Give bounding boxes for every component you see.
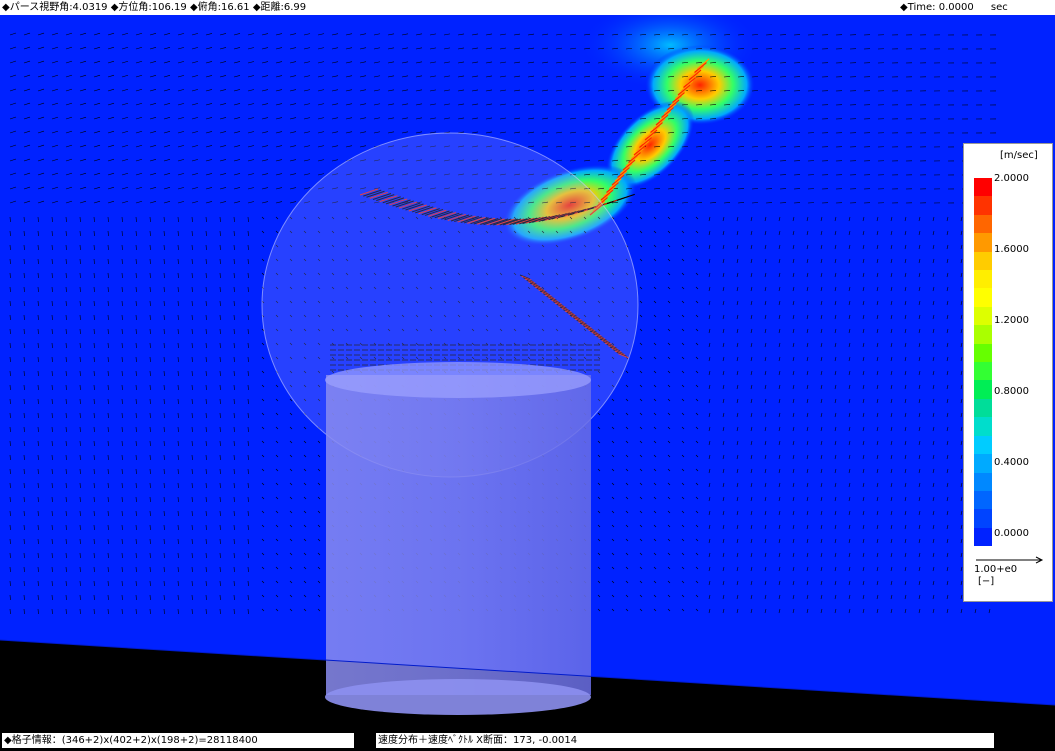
time-unit: sec (990, 2, 1008, 13)
camera-info: ◆パース視野角:4.0319 ◆方位角:106.19 ◆俯角:16.61 ◆距離… (2, 2, 307, 13)
legend-colorbar (974, 178, 992, 547)
legend-color-band (974, 398, 992, 418)
legend-color-band (974, 270, 992, 289)
legend-color-band (974, 417, 992, 436)
legend-color-band (974, 325, 992, 344)
legend-color-band (974, 527, 992, 547)
legend-color-band (974, 251, 992, 271)
legend-color-band (974, 380, 992, 399)
legend-tick: 0.0000 (994, 528, 1029, 539)
legend-tick: 2.0000 (994, 173, 1029, 184)
vector-scale-arrow-icon (976, 556, 1044, 564)
legend-color-band (974, 362, 992, 381)
legend-color-band (974, 490, 992, 510)
legend-color-band (974, 196, 992, 215)
legend-color-band (974, 454, 992, 473)
legend-color-band (974, 343, 992, 363)
color-legend: [m/sec] 2.0000 1.6000 1.2000 0.8000 0.40… (963, 143, 1053, 602)
status-header: ◆パース視野角:4.0319 ◆方位角:106.19 ◆俯角:16.61 ◆距離… (0, 0, 1055, 15)
grid-info: ◆格子情報：(346+2)x(402+2)x(198+2)=28118400 (2, 733, 354, 748)
legend-color-band (974, 472, 992, 491)
legend-color-band (974, 435, 992, 455)
legend-tick: 1.2000 (994, 315, 1029, 326)
legend-color-band (974, 178, 992, 197)
velocity-field-view[interactable] (0, 15, 1055, 729)
legend-color-band (974, 509, 992, 528)
cylinder-bottom (325, 679, 591, 715)
vector-scale-unit: [−] (978, 576, 995, 587)
vector-scale-value: 1.00+e0 (974, 564, 1018, 575)
legend-tick: 0.8000 (994, 386, 1029, 397)
time-display: ◆Time: 0.0000 sec (900, 0, 1008, 15)
legend-color-band (974, 306, 992, 326)
legend-tick: 1.6000 (994, 244, 1029, 255)
legend-tick: 0.4000 (994, 457, 1029, 468)
legend-color-band (974, 233, 992, 252)
cylinder-top (325, 362, 591, 398)
legend-color-band (974, 288, 992, 307)
section-info: 速度分布＋速度ﾍﾞｸﾄﾙ X断面：173, -0.0014 (376, 733, 994, 748)
legend-unit: [m/sec] (1000, 150, 1038, 161)
cylinder-body (326, 375, 591, 695)
time-label: ◆Time: 0.0000 (900, 2, 974, 13)
legend-color-band (974, 214, 992, 234)
simulation-viewport[interactable] (0, 15, 1055, 729)
